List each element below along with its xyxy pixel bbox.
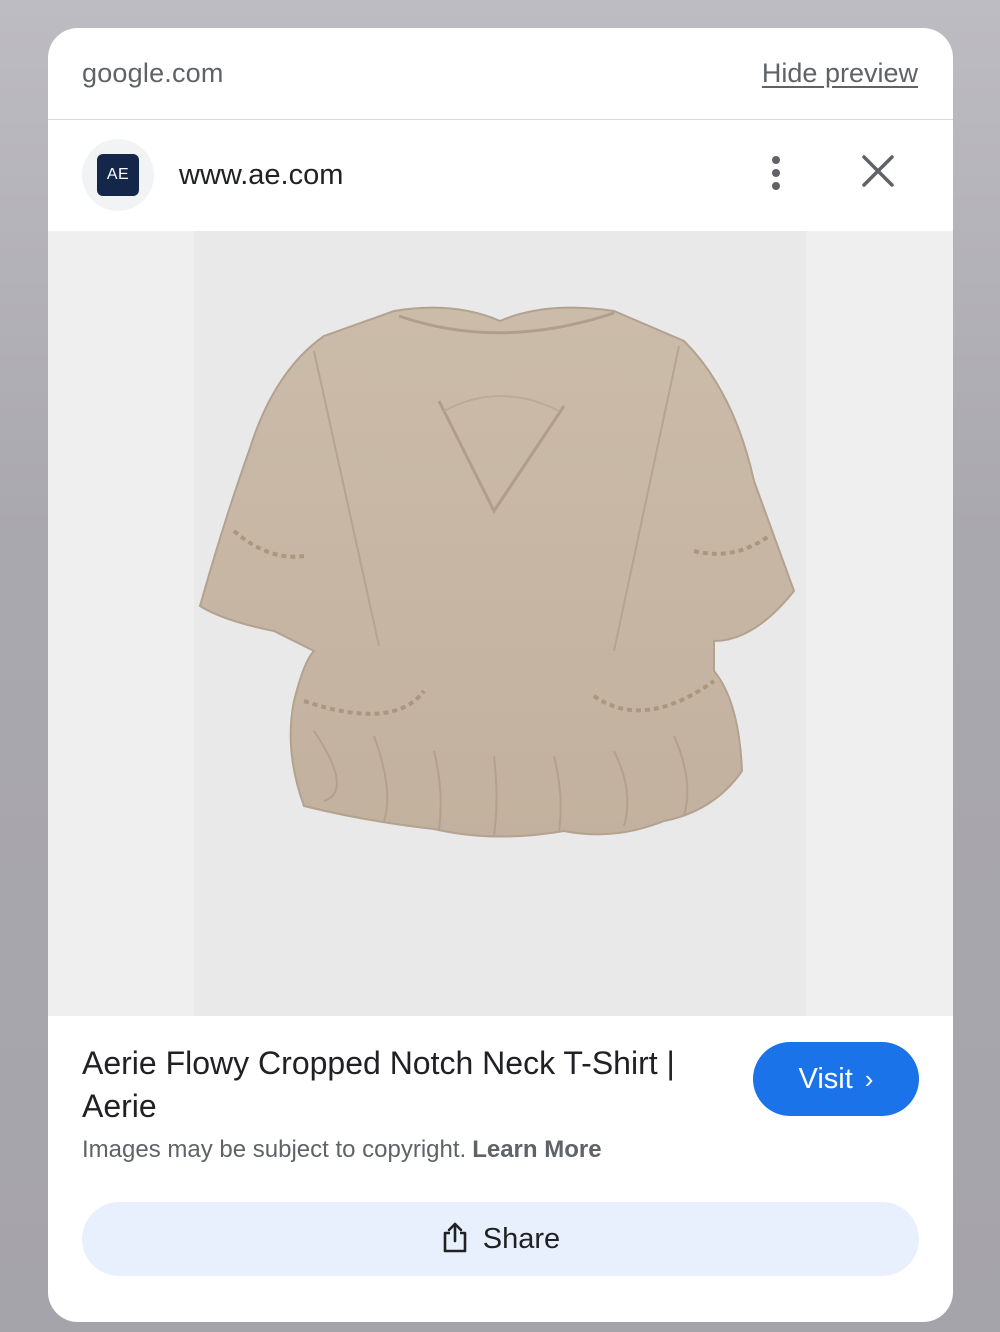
visit-button[interactable]: Visit ›: [753, 1042, 919, 1116]
share-label: Share: [482, 1222, 561, 1255]
site-favicon: AE: [82, 139, 154, 211]
preview-card: google.com Hide preview AE www.ae.com Ae…: [48, 28, 953, 1322]
source-domain: google.com: [82, 58, 224, 88]
copyright-notice: Images may be subject to copyright. Learn…: [82, 1136, 602, 1164]
chevron-right-icon: ›: [864, 1063, 874, 1094]
ae-logo: AE: [97, 154, 139, 196]
site-url[interactable]: www.ae.com: [179, 159, 343, 192]
preview-header: google.com Hide preview: [48, 28, 953, 120]
share-button[interactable]: Share: [82, 1202, 919, 1276]
learn-more-link[interactable]: Learn More: [472, 1136, 601, 1163]
share-icon: [441, 1221, 469, 1258]
product-title[interactable]: Aerie Flowy Cropped Notch Neck T-Shirt |…: [82, 1042, 732, 1128]
visit-label: Visit: [798, 1062, 853, 1095]
hide-preview-link[interactable]: Hide preview: [762, 58, 918, 89]
more-vert-icon[interactable]: [766, 156, 786, 196]
site-bar: AE www.ae.com: [48, 120, 953, 230]
image-area: [48, 231, 953, 1016]
copyright-text: Images may be subject to copyright.: [82, 1136, 467, 1163]
product-image[interactable]: [194, 231, 806, 1016]
result-info: Aerie Flowy Cropped Notch Neck T-Shirt |…: [48, 1016, 953, 1322]
close-icon[interactable]: [859, 152, 897, 190]
